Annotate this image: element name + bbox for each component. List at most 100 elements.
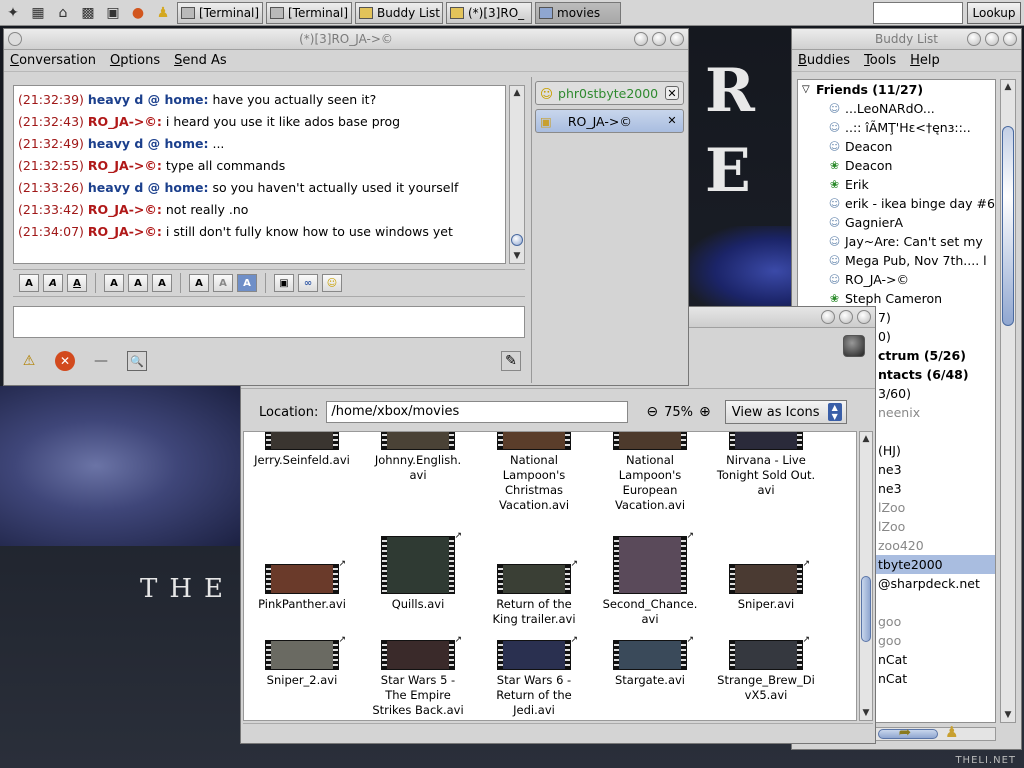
background-color-icon[interactable]: A [237,274,257,292]
font-face-icon[interactable]: A [189,274,209,292]
scroll-thumb[interactable] [511,234,523,246]
home-icon[interactable]: ⌂ [52,2,74,24]
buddy-item[interactable]: ☺ ..:: îÃMŢ'Hɛ<†ęnɜ::.. [798,118,995,137]
file-icon[interactable]: ↗ Stargate.avi [592,635,708,688]
file-view-scrollbar[interactable]: ▲ ▼ [859,431,873,721]
font-larger-icon[interactable]: A [104,274,124,292]
app-menu-icon[interactable]: ✦ [2,2,24,24]
scroll-down-icon[interactable]: ▼ [510,249,524,263]
buddy-group[interactable]: ▽ Friends (11/27) [798,80,995,99]
italic-icon[interactable]: A [43,274,63,292]
task-terminal-2[interactable]: [Terminal] [266,1,352,24]
scroll-up-icon[interactable]: ▲ [1001,80,1015,94]
buddy-away-icon[interactable]: ♟ [945,723,958,741]
scroll-up-icon[interactable]: ▲ [510,86,524,100]
file-icon[interactable]: ↗ Sniper_2.avi [244,635,360,688]
maximize-button[interactable] [985,32,999,46]
file-icon[interactable]: ↗ Second_Chance. avi [592,531,708,627]
zoom-in-icon[interactable]: ⊕ [699,404,711,420]
font-normal-icon[interactable]: A [128,274,148,292]
buddy-item[interactable]: ❀ Erik [798,175,995,194]
file-icon[interactable]: ↗ Strange_Brew_Di vX5.avi [708,635,824,703]
buddy-item[interactable]: ☺ Deacon [798,137,995,156]
scroll-down-icon[interactable]: ▼ [1001,708,1015,722]
window-menu-icon[interactable] [8,32,22,46]
menu-conversation[interactable]: Conversation [10,53,96,68]
zoom-out-icon[interactable]: ⊖ [646,404,658,420]
minimize-button[interactable] [821,310,835,324]
smiley-icon[interactable]: ☺ [322,274,342,292]
buddy-item[interactable]: ☺ ...LeoNARdO... [798,99,995,118]
maximize-button[interactable] [652,32,666,46]
underline-icon[interactable]: A [67,274,87,292]
font-smaller-icon[interactable]: A [152,274,172,292]
close-button[interactable] [1003,32,1017,46]
conversation-log-scrollbar[interactable]: ▲ ▼ [509,85,525,264]
scroll-thumb[interactable] [861,576,871,642]
file-icon[interactable]: Nirvana - Live Tonight Sold Out. avi [708,432,824,498]
message-input[interactable] [13,306,525,338]
file-icon[interactable]: ↗ Quills.avi [360,531,476,612]
conversation-titlebar[interactable]: (*)[3]RO_JA->© [4,29,688,50]
close-button[interactable] [670,32,684,46]
task-conversation[interactable]: (*)[3]RO_ [446,1,532,24]
lookup-input[interactable] [873,2,963,24]
buddy-list-titlebar[interactable]: Buddy List [792,29,1021,50]
buddy-item[interactable]: ☺ Mega Pub, Nov 7th.... l [798,251,995,270]
minimize-button[interactable] [967,32,981,46]
menu-help[interactable]: Help [910,53,940,68]
close-icon[interactable]: ✕ [665,114,679,128]
insert-image-icon[interactable]: ▣ [274,274,294,292]
insert-link-icon[interactable]: ∞ [298,274,318,292]
desktop-icon[interactable]: ▦ [27,2,49,24]
scroll-up-icon[interactable]: ▲ [860,432,872,446]
scroll-thumb[interactable] [1002,126,1014,326]
tab-ro-ja[interactable]: ▣ RO_JA->© ✕ [535,109,684,133]
file-icon[interactable]: ↗ Star Wars 5 - The Empire Strikes Back.avi [360,635,476,718]
buddy-chat-icon[interactable]: ➦ [899,723,912,741]
camera-icon[interactable]: ▩ [77,2,99,24]
task-movies[interactable]: movies [535,1,621,24]
expander-icon[interactable]: ▽ [802,80,810,99]
bold-icon[interactable]: A [19,274,39,292]
lookup-button[interactable]: Lookup [967,2,1021,24]
close-button[interactable] [857,310,871,324]
location-input[interactable]: /home/xbox/movies [326,401,629,423]
remove-icon[interactable]: — [91,351,111,371]
task-terminal-1[interactable]: [Terminal] [177,1,263,24]
buddy-item[interactable]: ☺ Jay~Are: Can't set my [798,232,995,251]
zoom-level[interactable]: 75% [664,405,693,420]
file-icon[interactable]: ↗ PinkPanther.avi [244,536,360,612]
menu-tools[interactable]: Tools [864,53,896,68]
foreground-color-icon[interactable]: A [213,274,233,292]
file-icon[interactable]: ↗ Return of the King trailer.avi [476,536,592,627]
warn-icon[interactable]: ⚠ [19,351,39,371]
menu-send-as[interactable]: Send As [174,53,227,68]
scroll-down-icon[interactable]: ▼ [860,706,872,720]
minimize-button[interactable] [634,32,648,46]
buddy-item[interactable]: ☺ GagnierA [798,213,995,232]
close-icon[interactable]: ✕ [665,86,679,100]
tab-phr0stbyte2000[interactable]: ☺ phr0stbyte2000 ✕ [535,81,684,105]
file-icon[interactable]: National Lampoon's European Vacation.avi [592,432,708,513]
file-icon[interactable]: Johnny.English. avi [360,432,476,483]
file-icon[interactable]: National Lampoon's Christmas Vacation.avi [476,432,592,513]
maximize-button[interactable] [839,310,853,324]
menu-buddies[interactable]: Buddies [798,53,850,68]
info-icon[interactable]: 🔍 [127,351,147,371]
buddy-item[interactable]: ☺ RO_JA->© [798,270,995,289]
buddy-list-scrollbar[interactable]: ▲ ▼ [1000,79,1016,723]
buddy-item[interactable]: ☺ erik - ikea binge day #6 [798,194,995,213]
firefox-icon[interactable]: ● [127,2,149,24]
file-icon[interactable]: ↗ Sniper.avi [708,536,824,612]
gaim-icon[interactable]: ♟ [152,2,174,24]
task-buddy-list[interactable]: Buddy List [355,1,443,24]
buddy-item[interactable]: ❀ Deacon [798,156,995,175]
terminal-icon[interactable]: ▣ [102,2,124,24]
send-icon[interactable]: ✎ [501,351,521,371]
view-mode-select[interactable]: View as Icons ▲ ▼ [724,400,847,424]
menu-options[interactable]: Options [110,53,160,68]
file-icon[interactable]: Jerry.Seinfeld.avi [244,432,360,468]
block-icon[interactable]: ✕ [55,351,75,371]
file-icon[interactable]: ↗ Star Wars 6 - Return of the Jedi.avi [476,635,592,718]
